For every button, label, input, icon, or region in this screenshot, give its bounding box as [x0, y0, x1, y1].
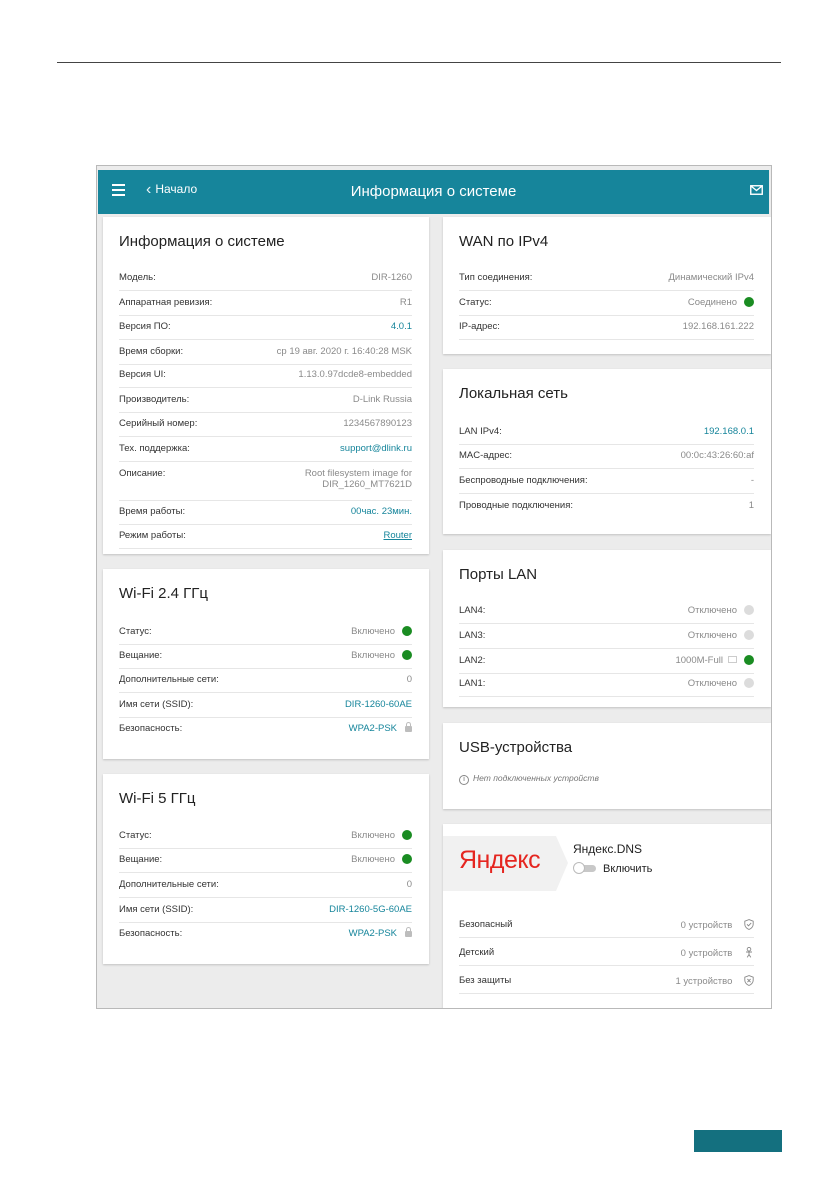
- usb-card: USB-устройства i Нет подключенных устройс…: [443, 723, 771, 809]
- wifi-24-card: Wi-Fi 2.4 ГГц Статус: Включено Вещание: …: [103, 569, 429, 759]
- yandex-dns-card: Яндекс Яндекс.DNS Включить Безопасный 0 …: [443, 824, 771, 1008]
- shield-check-icon: [744, 919, 754, 930]
- wifi5-row-extra-networks: Дополнительные сети: 0: [119, 873, 412, 898]
- wifi24-row-status: Статус: Включено: [119, 620, 412, 645]
- firmware-version-link[interactable]: 4.0.1: [391, 321, 412, 332]
- status-off-indicator: [744, 605, 754, 615]
- card-title: Порты LAN: [459, 566, 538, 583]
- lock-icon: [405, 927, 412, 937]
- card-title: Локальная сеть: [459, 385, 568, 402]
- status-on-indicator: [402, 650, 412, 660]
- wan-card: WAN по IPv4 Тип соединения: Динамический…: [443, 217, 771, 354]
- wifi24-row-ssid: Имя сети (SSID): DIR-1260-60AE: [119, 693, 412, 718]
- ydns-row-child: Детский 0 устройств: [459, 941, 754, 966]
- status-on-indicator: [402, 830, 412, 840]
- port-row-lan1: LAN1: Отключено: [459, 672, 754, 697]
- ssid-link[interactable]: DIR-1260-60AE: [345, 699, 412, 710]
- info-row-description: Описание: Root filesystem image for DIR_1…: [119, 462, 412, 501]
- wifi5-row-status: Статус: Включено: [119, 824, 412, 849]
- status-off-indicator: [744, 678, 754, 688]
- page-top-rule: [57, 62, 781, 63]
- status-off-indicator: [744, 630, 754, 640]
- card-title: Wi-Fi 5 ГГц: [119, 790, 196, 807]
- ydns-row-safe: Безопасный 0 устройств: [459, 913, 754, 938]
- ydns-row-none: Без защиты 1 устройство: [459, 969, 754, 994]
- info-row-mode: Режим работы: Router: [119, 524, 412, 549]
- port-speed-icon: [728, 656, 737, 663]
- lan-card: Локальная сеть LAN IPv4: 192.168.0.1 MAC…: [443, 369, 771, 534]
- status-on-indicator: [744, 297, 754, 307]
- security-link[interactable]: WPA2-PSK: [349, 928, 397, 939]
- yandex-dns-toggle[interactable]: [573, 862, 597, 874]
- port-row-lan4: LAN4: Отключено: [459, 599, 754, 624]
- info-row-serial: Серийный номер: 1234567890123: [119, 412, 412, 437]
- wan-row-type: Тип соединения: Динамический IPv4: [459, 266, 754, 291]
- lan-row-wired: Проводные подключения: 1: [459, 500, 754, 511]
- status-on-indicator: [402, 626, 412, 636]
- info-row-ui-version: Версия UI: 1.13.0.97dcde8-embedded: [119, 363, 412, 388]
- wifi5-row-security: Безопасность: WPA2-PSK: [119, 922, 412, 946]
- security-link[interactable]: WPA2-PSK: [349, 723, 397, 734]
- child-icon: [746, 947, 752, 958]
- info-row-uptime: Время работы: 00час. 23мин.: [119, 500, 412, 525]
- system-info-card: Информация о системе Модель: DIR-1260 Ап…: [103, 217, 429, 554]
- wifi24-row-security: Безопасность: WPA2-PSK: [119, 717, 412, 741]
- yandex-logo: Яндекс: [443, 836, 568, 891]
- card-title: Wi-Fi 2.4 ГГц: [119, 585, 209, 602]
- wifi-5-card: Wi-Fi 5 ГГц Статус: Включено Вещание: Вк…: [103, 774, 429, 964]
- lan-row-mac: MAC-адрес: 00:0c:43:26:60:af: [459, 444, 754, 469]
- router-web-ui: ‹ Начало Информация о системе Информация …: [96, 165, 772, 1009]
- info-row-firmware: Версия ПО: 4.0.1: [119, 315, 412, 340]
- wifi24-row-extra-networks: Дополнительные сети: 0: [119, 668, 412, 693]
- card-title: Информация о системе: [119, 233, 285, 250]
- lan-ports-card: Порты LAN LAN4: Отключено LAN3: Отключен…: [443, 550, 771, 707]
- page-number-bar: [694, 1130, 782, 1152]
- wifi5-row-broadcast: Вещание: Включено: [119, 848, 412, 873]
- usb-empty-note: i Нет подключенных устройств: [459, 773, 599, 785]
- lan-row-wireless: Беспроводные подключения: -: [459, 469, 754, 494]
- info-row-vendor: Производитель: D-Link Russia: [119, 388, 412, 413]
- page-title: Информация о системе: [350, 183, 517, 200]
- mail-icon[interactable]: [750, 185, 763, 195]
- lock-icon: [405, 722, 412, 732]
- card-title: USB-устройства: [459, 739, 573, 756]
- info-row-build-time: Время сборки: ср 19 авг. 2020 г. 16:40:2…: [119, 340, 412, 365]
- operation-mode-link[interactable]: Router: [383, 530, 412, 541]
- info-row-hw-revision: Аппаратная ревизия: R1: [119, 291, 412, 316]
- info-row-model: Модель: DIR-1260: [119, 266, 412, 291]
- lan-ip-link[interactable]: 192.168.0.1: [704, 426, 754, 437]
- info-row-support: Тех. поддержка: support@dlink.ru: [119, 437, 412, 462]
- wan-row-status: Статус: Соединено: [459, 291, 754, 316]
- wifi5-row-ssid: Имя сети (SSID): DIR-1260-5G-60AE: [119, 898, 412, 923]
- toggle-label: Включить: [603, 863, 653, 875]
- ssid-link[interactable]: DIR-1260-5G-60AE: [329, 904, 412, 915]
- lan-row-ipv4: LAN IPv4: 192.168.0.1: [459, 420, 754, 445]
- top-bar: ‹ Начало Информация о системе: [98, 170, 769, 214]
- status-on-indicator: [744, 655, 754, 665]
- port-row-lan3: LAN3: Отключено: [459, 624, 754, 649]
- shield-icon: [744, 975, 754, 986]
- info-icon: i: [459, 775, 469, 785]
- wifi24-row-broadcast: Вещание: Включено: [119, 644, 412, 669]
- yandex-dns-title: Яндекс.DNS: [573, 842, 643, 856]
- card-title: WAN по IPv4: [459, 233, 549, 250]
- status-on-indicator: [402, 854, 412, 864]
- port-row-lan2: LAN2: 1000M-Full: [459, 649, 754, 674]
- support-email-link[interactable]: support@dlink.ru: [340, 443, 412, 454]
- wan-row-ip: IP-адрес: 192.168.161.222: [459, 315, 754, 340]
